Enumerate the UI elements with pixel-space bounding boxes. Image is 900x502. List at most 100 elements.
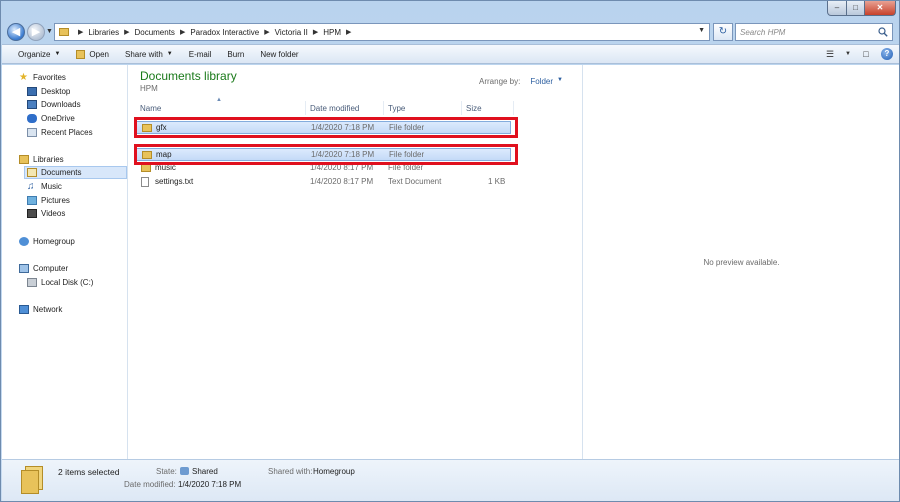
- breadcrumb-libraries[interactable]: Libraries: [88, 28, 119, 37]
- burn-button[interactable]: Burn: [219, 45, 252, 63]
- new-folder-label: New folder: [260, 49, 299, 59]
- breadcrumb-documents[interactable]: Documents: [134, 28, 174, 37]
- nav-music[interactable]: ♫ Music: [27, 180, 62, 193]
- maximize-button[interactable]: □: [846, 1, 865, 16]
- chevron-right-icon[interactable]: ▶: [264, 28, 269, 36]
- navigation-pane: ★ Favorites Desktop Downloads OneDrive R…: [2, 65, 128, 459]
- search-input[interactable]: [740, 27, 875, 37]
- nav-music-label: Music: [41, 182, 62, 191]
- forward-button[interactable]: ▶: [27, 23, 45, 41]
- breadcrumb-victoria[interactable]: Victoria II: [275, 28, 308, 37]
- search-icon[interactable]: [878, 27, 888, 37]
- minimize-button[interactable]: –: [827, 1, 847, 16]
- search-box[interactable]: [735, 23, 893, 41]
- address-dropdown-icon[interactable]: ▼: [698, 27, 705, 34]
- date-modified-label: Date modified:: [124, 480, 176, 489]
- preview-pane-icon[interactable]: □: [859, 47, 873, 61]
- nav-network-label: Network: [33, 305, 63, 314]
- nav-videos[interactable]: Videos: [27, 207, 65, 220]
- nav-homegroup-label: Homegroup: [33, 237, 75, 246]
- address-bar[interactable]: ▶ Libraries ▶ Documents ▶ Paradox Intera…: [54, 23, 710, 41]
- recent-pages-dropdown[interactable]: ▼: [46, 28, 53, 35]
- multiple-folders-icon: [21, 466, 43, 494]
- file-row-settings[interactable]: settings.txt 1/4/2020 8:17 PM Text Docum…: [135, 176, 511, 189]
- downloads-icon: [27, 100, 37, 109]
- refresh-button[interactable]: ↻: [713, 23, 733, 41]
- nav-recent[interactable]: Recent Places: [27, 126, 93, 139]
- chevron-down-icon: ▼: [54, 51, 61, 57]
- chevron-right-icon[interactable]: ▶: [180, 28, 185, 36]
- back-button[interactable]: ◀: [7, 23, 25, 41]
- chevron-right-icon[interactable]: ▶: [346, 28, 351, 36]
- folder-icon: [141, 164, 151, 172]
- network-icon: [19, 305, 29, 314]
- nav-pictures-label: Pictures: [41, 196, 70, 205]
- new-folder-button[interactable]: New folder: [252, 45, 306, 63]
- burn-label: Burn: [227, 49, 245, 59]
- library-title: Documents library: [140, 69, 237, 83]
- share-with-label: Share with: [125, 49, 163, 59]
- chevron-right-icon[interactable]: ▶: [78, 28, 83, 36]
- shared-with-label: Shared with:: [268, 467, 313, 476]
- content-area: ★ Favorites Desktop Downloads OneDrive R…: [2, 65, 899, 459]
- details-pane: 2 items selected State: Shared Shared wi…: [2, 459, 899, 501]
- library-subtitle: HPM: [140, 84, 158, 93]
- nav-network[interactable]: Network: [19, 303, 62, 316]
- nav-onedrive[interactable]: OneDrive: [27, 112, 75, 125]
- help-icon[interactable]: ?: [881, 48, 893, 60]
- folder-icon: [59, 28, 69, 36]
- nav-documents-label: Documents: [41, 168, 82, 177]
- nav-downloads[interactable]: Downloads: [27, 98, 81, 111]
- file-list-pane: Documents library HPM Arrange by: Folder…: [129, 65, 582, 459]
- date-modified-value: 1/4/2020 7:18 PM: [178, 480, 242, 489]
- selection-count: 2 items selected: [58, 467, 120, 477]
- share-with-button[interactable]: Share with ▼: [117, 45, 181, 63]
- close-button[interactable]: ✕: [864, 1, 896, 16]
- column-header-date[interactable]: Date modified: [306, 101, 384, 115]
- breadcrumb-paradox[interactable]: Paradox Interactive: [190, 28, 259, 37]
- open-button[interactable]: Open: [68, 45, 117, 63]
- title-bar: ◀ ▶ ▼ ▶ Libraries ▶ Documents ▶ Paradox …: [1, 1, 899, 43]
- nav-computer[interactable]: Computer: [19, 262, 68, 275]
- nav-downloads-label: Downloads: [41, 100, 81, 109]
- recent-places-icon: [27, 128, 37, 137]
- breadcrumb-hpm[interactable]: HPM: [323, 28, 341, 37]
- arrange-by-value[interactable]: Folder: [530, 77, 553, 86]
- email-button[interactable]: E-mail: [181, 45, 220, 63]
- nav-onedrive-label: OneDrive: [41, 114, 75, 123]
- column-header-type[interactable]: Type: [384, 101, 462, 115]
- videos-icon: [27, 209, 37, 218]
- homegroup-icon: [19, 237, 29, 246]
- nav-libraries-label: Libraries: [33, 155, 64, 164]
- explorer-window: ◀ ▶ ▼ ▶ Libraries ▶ Documents ▶ Paradox …: [0, 0, 900, 502]
- chevron-right-icon[interactable]: ▶: [124, 28, 129, 36]
- nav-libraries[interactable]: Libraries: [19, 153, 64, 166]
- chevron-right-icon[interactable]: ▶: [313, 28, 318, 36]
- computer-icon: [19, 264, 29, 273]
- view-options-icon[interactable]: ☰: [823, 47, 837, 61]
- nav-favorites-label: Favorites: [33, 73, 66, 82]
- open-label: Open: [89, 49, 109, 59]
- nav-documents[interactable]: Documents: [24, 166, 127, 179]
- desktop-icon: [27, 87, 37, 96]
- arrange-by: Arrange by: Folder ▼: [479, 77, 563, 86]
- chevron-down-icon[interactable]: ▼: [845, 47, 851, 61]
- chevron-down-icon: ▼: [166, 51, 173, 57]
- command-bar: Organize ▼ Open Share with ▼ E-mail Burn…: [2, 44, 899, 64]
- arrange-by-label: Arrange by:: [479, 77, 521, 86]
- column-header-size[interactable]: Size: [462, 101, 514, 115]
- nav-local-disk[interactable]: Local Disk (C:): [27, 276, 93, 289]
- nav-local-disk-label: Local Disk (C:): [41, 278, 94, 287]
- nav-homegroup[interactable]: Homegroup: [19, 235, 75, 248]
- column-header-name[interactable]: Name: [136, 101, 306, 115]
- nav-desktop[interactable]: Desktop: [27, 85, 70, 98]
- chevron-down-icon[interactable]: ▼: [557, 77, 563, 86]
- shared-icon: [180, 467, 189, 475]
- file-name: settings.txt: [155, 177, 194, 186]
- state-value-text: Shared: [192, 467, 218, 476]
- state-value: Shared: [180, 467, 218, 476]
- disk-icon: [27, 278, 37, 287]
- nav-favorites[interactable]: ★ Favorites: [19, 71, 66, 84]
- organize-button[interactable]: Organize ▼: [2, 45, 68, 63]
- nav-pictures[interactable]: Pictures: [27, 194, 70, 207]
